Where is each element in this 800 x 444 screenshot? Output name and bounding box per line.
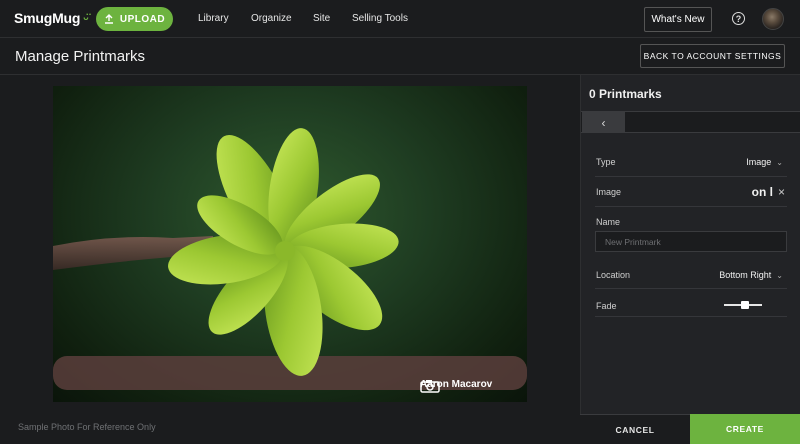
chevron-down-icon: ⌄ xyxy=(776,270,783,280)
avatar[interactable] xyxy=(762,8,784,30)
image-label: Image xyxy=(596,187,622,197)
sample-photo: Aaron Macarov xyxy=(53,86,527,402)
back-to-account-settings-button[interactable]: BACK TO ACCOUNT SETTINGS xyxy=(640,44,785,68)
sample-note: Sample Photo For Reference Only xyxy=(18,422,156,432)
chevron-left-icon[interactable]: ‹ xyxy=(582,112,625,133)
page-header: Manage Printmarks BACK TO ACCOUNT SETTIN… xyxy=(0,38,800,75)
help-icon[interactable]: ? xyxy=(732,12,745,25)
fade-slider-thumb[interactable] xyxy=(740,301,749,309)
nav-organize[interactable]: Organize xyxy=(251,13,292,24)
top-bar: SmugMug ᵕ̈ UPLOAD Library Organize Site … xyxy=(0,0,800,38)
name-input[interactable]: New Printmark xyxy=(595,231,787,252)
panel-title: 0 Printmarks xyxy=(589,87,662,101)
page-title: Manage Printmarks xyxy=(15,48,146,65)
upload-icon xyxy=(104,14,113,24)
type-label: Type xyxy=(596,157,616,167)
image-row[interactable]: Image on l × xyxy=(595,177,787,207)
create-button[interactable]: CREATE xyxy=(690,414,800,444)
nav-selling-tools[interactable]: Selling Tools xyxy=(352,13,408,24)
nav-site[interactable]: Site xyxy=(313,13,330,24)
whats-new-button[interactable]: What's New xyxy=(644,7,712,32)
location-label: Location xyxy=(596,270,631,280)
name-label: Name xyxy=(596,217,621,227)
nav-library[interactable]: Library xyxy=(198,13,229,24)
fade-label: Fade xyxy=(596,301,617,311)
upload-label: UPLOAD xyxy=(119,13,166,25)
image-file-name: on l xyxy=(751,185,773,199)
type-row[interactable]: Type Image ⌄ xyxy=(595,147,787,177)
fade-row: Fade xyxy=(595,289,787,317)
printmark-watermark: Aaron Macarov xyxy=(420,379,492,393)
type-select[interactable]: Image ⌄ xyxy=(746,157,783,167)
image-value[interactable]: on l × xyxy=(752,185,785,199)
cancel-button[interactable]: CANCEL xyxy=(580,414,690,444)
camera-icon xyxy=(420,380,440,393)
type-value: Image xyxy=(746,157,772,167)
smugmug-face-icon: ᵕ̈ xyxy=(83,10,89,26)
panel-toolbar: ‹ xyxy=(581,111,800,133)
smugmug-logo[interactable]: SmugMug ᵕ̈ xyxy=(14,10,89,26)
preview-stage: Aaron Macarov Sample Photo For Reference… xyxy=(0,75,580,444)
chevron-down-icon: ⌄ xyxy=(776,157,783,167)
location-value: Bottom Right xyxy=(719,270,772,280)
upload-button[interactable]: UPLOAD xyxy=(96,7,173,31)
location-select[interactable]: Bottom Right ⌄ xyxy=(719,270,783,280)
leaf-photo-graphic xyxy=(53,128,527,390)
location-row[interactable]: Location Bottom Right ⌄ xyxy=(595,255,787,289)
logo-text: SmugMug xyxy=(14,10,81,26)
close-icon[interactable]: × xyxy=(778,185,785,199)
printmark-panel: 0 Printmarks ‹ Type Image ⌄ Image on l ×… xyxy=(580,75,800,444)
